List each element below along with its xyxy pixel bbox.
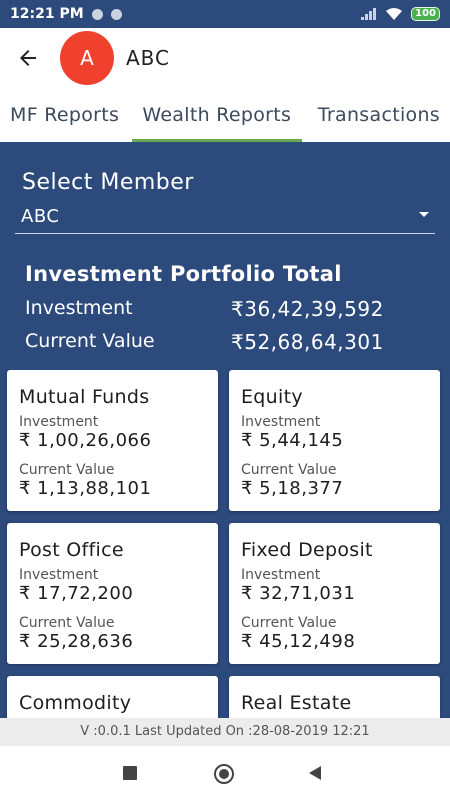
card-fixed-deposit[interactable]: Fixed Deposit Investment ₹ 32,71,031 Cur… (229, 523, 440, 664)
card-title: Equity (241, 386, 303, 408)
dropdown-arrow-icon (419, 212, 429, 217)
card-mutual-funds[interactable]: Mutual Funds Investment ₹ 1,00,26,066 Cu… (7, 370, 218, 511)
card-investment-label: Investment (241, 567, 321, 583)
card-title: Post Office (19, 539, 124, 561)
card-current-label: Current Value (241, 615, 337, 631)
card-current-label: Current Value (19, 615, 115, 631)
portfolio-current-label: Current Value (25, 330, 155, 352)
status-time: 12:21 PM (10, 6, 84, 22)
card-title: Fixed Deposit (241, 539, 373, 561)
asset-cards: Mutual Funds Investment ₹ 1,00,26,066 Cu… (0, 370, 450, 718)
card-current-value: ₹ 45,12,498 (241, 631, 356, 652)
card-title: Mutual Funds (19, 386, 150, 408)
portfolio-investment-label: Investment (25, 297, 133, 319)
signal-icon (361, 8, 377, 20)
portfolio-current-value: ₹52,68,64,301 (231, 330, 384, 354)
card-current-label: Current Value (241, 462, 337, 478)
member-dropdown[interactable]: ABC (15, 202, 435, 234)
card-investment-value: ₹ 1,00,26,066 (19, 430, 152, 451)
card-title: Commodity (19, 692, 132, 714)
card-investment-value: ₹ 32,71,031 (241, 583, 356, 604)
page-title: ABC (126, 46, 171, 70)
card-investment-value: ₹ 17,72,200 (19, 583, 134, 604)
card-real-estate[interactable]: Real Estate (229, 676, 440, 718)
tab-wealth-reports[interactable]: Wealth Reports (131, 88, 302, 142)
system-nav-bar (0, 746, 450, 800)
card-commodity[interactable]: Commodity (7, 676, 218, 718)
status-bar: 12:21 PM 100 (0, 0, 450, 28)
notification-icon (110, 8, 122, 20)
tab-transactions[interactable]: Transactions (302, 88, 450, 142)
nav-back-icon[interactable] (309, 766, 321, 780)
card-current-label: Current Value (19, 462, 115, 478)
avatar: A (60, 31, 114, 85)
member-value: ABC (21, 206, 60, 227)
report-tabs: MF Reports Wealth Reports Transactions (0, 88, 450, 142)
card-equity[interactable]: Equity Investment ₹ 5,44,145 Current Val… (229, 370, 440, 511)
nav-home-icon[interactable] (214, 764, 234, 784)
portfolio-investment-value: ₹36,42,39,592 (231, 297, 384, 321)
back-arrow-icon[interactable] (16, 46, 40, 70)
battery-icon: 100 (411, 7, 440, 21)
card-title: Real Estate (241, 692, 352, 714)
card-investment-label: Investment (19, 414, 99, 430)
nav-recents-icon[interactable] (123, 766, 137, 780)
card-investment-label: Investment (19, 567, 99, 583)
card-current-value: ₹ 25,28,636 (19, 631, 134, 652)
card-post-office[interactable]: Post Office Investment ₹ 17,72,200 Curre… (7, 523, 218, 664)
card-investment-label: Investment (241, 414, 321, 430)
notification-icon (91, 8, 103, 20)
tab-mf-reports[interactable]: MF Reports (0, 88, 132, 142)
wifi-icon (386, 8, 403, 20)
card-investment-value: ₹ 5,44,145 (241, 430, 344, 451)
version-info: V :0.0.1 Last Updated On :28-08-2019 12:… (0, 718, 450, 746)
portfolio-title: Investment Portfolio Total (25, 262, 342, 286)
app-header: A ABC (0, 28, 450, 88)
select-member-label: Select Member (22, 170, 194, 195)
card-current-value: ₹ 5,18,377 (241, 478, 344, 499)
card-current-value: ₹ 1,13,88,101 (19, 478, 152, 499)
